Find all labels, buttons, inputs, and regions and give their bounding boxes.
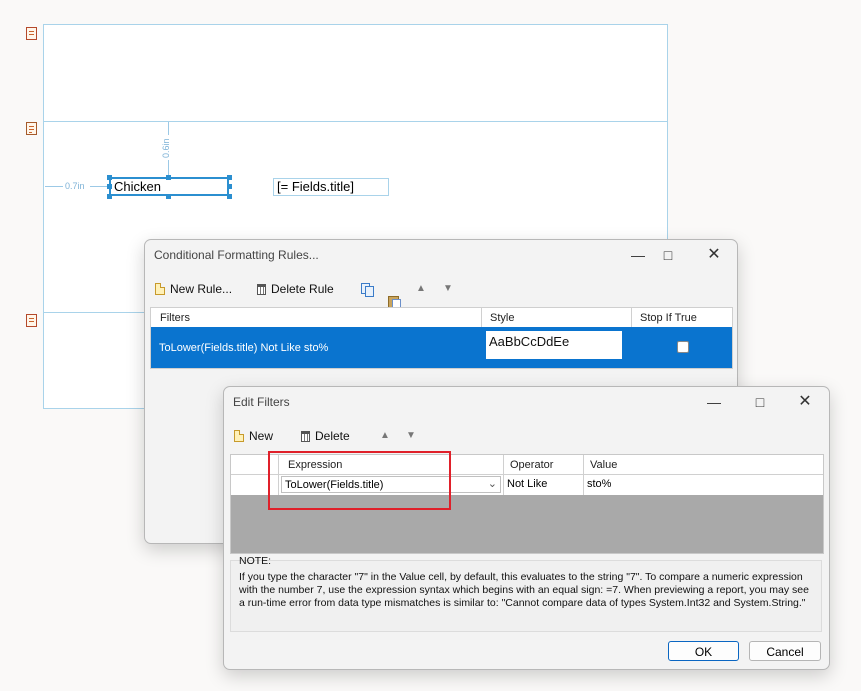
move-up-icon[interactable]: ▲	[380, 430, 390, 441]
maximize-icon[interactable]: □	[745, 391, 775, 413]
resize-handle[interactable]	[107, 175, 112, 180]
new-filter-button[interactable]: New	[234, 429, 273, 443]
maximize-icon[interactable]: □	[653, 244, 683, 266]
cancel-button[interactable]: Cancel	[749, 641, 821, 661]
left-guide-label: 0.7in	[65, 181, 85, 191]
resize-handle[interactable]	[227, 175, 232, 180]
new-rule-label: New Rule...	[170, 282, 233, 296]
page-header-band-icon[interactable]	[26, 27, 37, 40]
dialog-title: Edit Filters	[233, 395, 290, 409]
rules-grid[interactable]: Filters Style Stop If True ToLower(Field…	[150, 307, 733, 369]
resize-handle[interactable]	[107, 184, 112, 189]
new-document-icon	[155, 283, 165, 295]
stop-if-true-checkbox[interactable]	[677, 341, 689, 353]
resize-handle[interactable]	[166, 194, 171, 199]
left-guide-line	[90, 186, 108, 187]
column-divider	[503, 455, 504, 495]
operator-column-header[interactable]: Operator	[510, 459, 553, 471]
top-guide-label: 0.6in	[161, 138, 171, 158]
paste-icon[interactable]	[387, 294, 401, 309]
page-footer-band-icon[interactable]	[26, 314, 37, 327]
delete-rule-label: Delete Rule	[271, 282, 334, 296]
ok-button[interactable]: OK	[668, 641, 739, 661]
filters-column-header[interactable]: Filters	[160, 312, 190, 324]
filter-cell[interactable]: ToLower(Fields.title) Not Like sto%	[159, 342, 328, 354]
trash-icon	[257, 283, 266, 295]
new-document-icon	[234, 430, 244, 442]
note-text: If you type the character "7" in the Val…	[239, 571, 809, 609]
edit-filters-dialog[interactable]: Edit Filters — □ ✕ New Delete ▲ ▼ Expres…	[223, 386, 830, 670]
table-row[interactable]: ToLower(Fields.title) Not Like sto% AaBb…	[151, 327, 732, 368]
band-divider	[44, 121, 667, 122]
minimize-icon[interactable]: —	[623, 244, 653, 266]
value-cell[interactable]: sto%	[587, 478, 611, 490]
delete-filter-label: Delete	[315, 429, 350, 443]
detail-band-icon[interactable]	[26, 122, 37, 135]
delete-rule-button[interactable]: Delete Rule	[257, 282, 334, 296]
column-divider	[481, 308, 482, 327]
title-field-textbox[interactable]: [= Fields.title]	[273, 178, 389, 196]
resize-handle[interactable]	[107, 194, 112, 199]
resize-handle[interactable]	[227, 184, 232, 189]
close-icon[interactable]: ✕	[790, 391, 820, 413]
style-column-header[interactable]: Style	[490, 312, 514, 324]
resize-handle[interactable]	[166, 175, 171, 180]
resize-handle[interactable]	[227, 194, 232, 199]
dialog-title: Conditional Formatting Rules...	[154, 248, 319, 262]
move-up-icon[interactable]: ▲	[416, 283, 426, 294]
close-icon[interactable]: ✕	[699, 244, 729, 266]
stop-if-true-column-header[interactable]: Stop If True	[640, 312, 697, 324]
chevron-down-icon[interactable]: ⌄	[488, 477, 497, 490]
column-divider	[631, 308, 632, 327]
top-guide-line	[168, 160, 169, 176]
delete-filter-button[interactable]: Delete	[301, 429, 350, 443]
note-label: NOTE:	[239, 555, 272, 567]
value-column-header[interactable]: Value	[590, 459, 617, 471]
move-down-icon[interactable]: ▼	[443, 283, 453, 294]
new-filter-label: New	[249, 429, 274, 443]
highlight-box	[268, 451, 451, 510]
style-preview-cell[interactable]: AaBbCcDdEe	[486, 331, 622, 359]
operator-cell[interactable]: Not Like	[507, 478, 547, 490]
move-down-icon[interactable]: ▼	[406, 430, 416, 441]
column-divider	[583, 455, 584, 495]
top-guide-line	[168, 122, 169, 135]
left-guide-line	[45, 186, 63, 187]
new-rule-button[interactable]: New Rule...	[155, 282, 232, 296]
minimize-icon[interactable]: —	[699, 391, 729, 413]
trash-icon	[301, 430, 310, 442]
note-panel: NOTE: If you type the character "7" in t…	[230, 555, 822, 632]
copy-icon[interactable]	[361, 283, 374, 297]
